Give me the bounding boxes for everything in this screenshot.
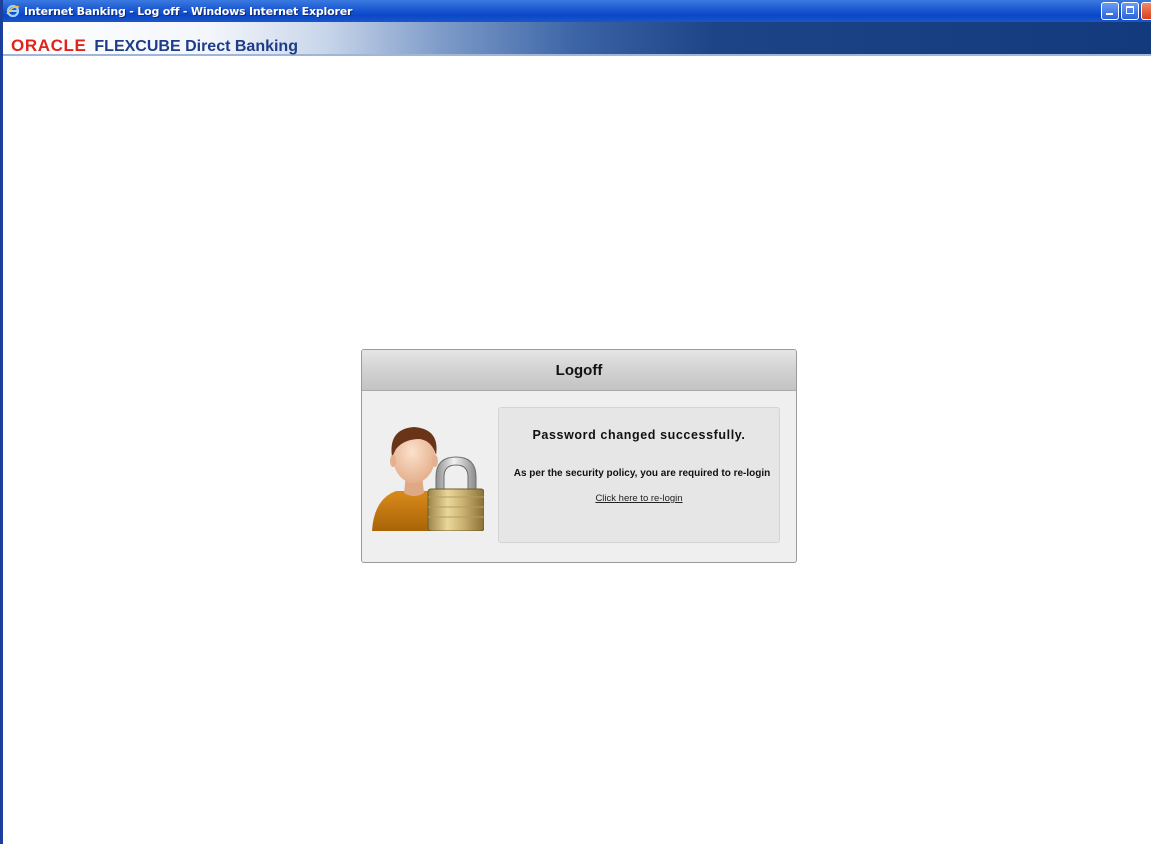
internet-explorer-icon	[5, 3, 21, 19]
product-name: FLEXCUBE Direct Banking	[94, 38, 298, 55]
logoff-dialog: Logoff Password changed successfully. As…	[361, 349, 797, 563]
security-policy-text: As per the security policy, you are requ…	[513, 468, 771, 479]
maximize-button[interactable]	[1121, 2, 1139, 20]
title-bar[interactable]: Internet Banking - Log off - Windows Int…	[3, 0, 1151, 22]
window-title: Internet Banking - Log off - Windows Int…	[24, 4, 353, 18]
oracle-logo-text: ORACLE	[11, 36, 87, 55]
success-message: Password changed successfully.	[532, 428, 746, 442]
browser-window: Internet Banking - Log off - Windows Int…	[0, 0, 1151, 844]
maximize-icon	[1126, 6, 1134, 14]
minimize-icon	[1106, 13, 1113, 15]
close-button[interactable]	[1141, 2, 1151, 20]
relogin-link[interactable]: Click here to re-login	[499, 493, 779, 504]
brand-logo: ORACLE FLEXCUBE Direct Banking	[11, 36, 298, 56]
dialog-title: Logoff	[555, 361, 603, 379]
minimize-button[interactable]	[1101, 2, 1119, 20]
window-controls	[1101, 2, 1151, 20]
message-panel: Password changed successfully. As per th…	[498, 407, 780, 543]
dialog-header: Logoff	[362, 350, 796, 391]
brand-header: ORACLE FLEXCUBE Direct Banking	[3, 22, 1151, 56]
user-lock-icon	[372, 427, 484, 531]
dialog-body: Password changed successfully. As per th…	[362, 391, 796, 562]
